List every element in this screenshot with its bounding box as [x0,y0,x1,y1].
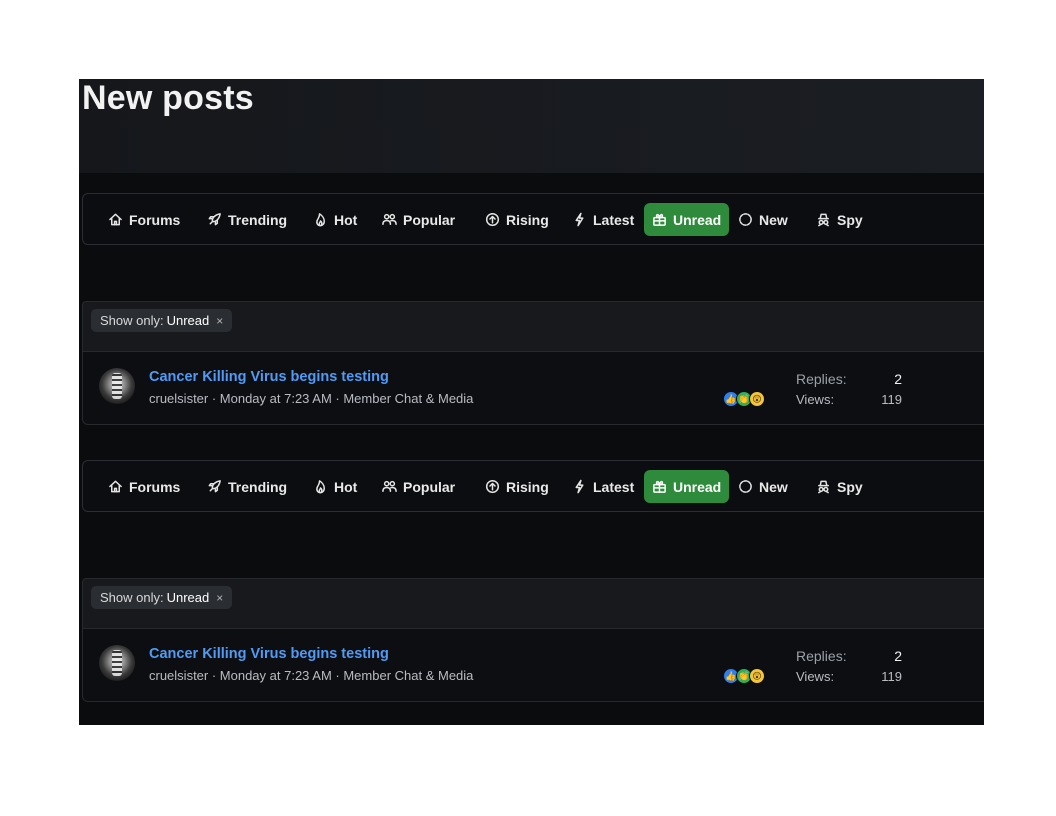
views-stat: Views: 119 [796,666,902,687]
tab-hot[interactable]: Hot [305,203,365,236]
page-header: New posts [79,79,984,173]
reaction-summary[interactable]: 👍 👏 😲 [723,391,773,407]
filter-prefix: Show only: [100,313,164,328]
bolt-icon [575,479,584,494]
tab-unread[interactable]: Unread [644,203,730,236]
thread-title-link[interactable]: Cancer Killing Virus begins testing [149,646,389,662]
views-label: Views: [796,392,835,407]
thread-meta: cruelsister · Monday at 7:23 AM · Member… [149,668,474,683]
views-label: Views: [796,669,835,684]
tab-label: Latest [593,211,635,228]
tab-bar: Forums Trending Hot Popular Rising Lates… [82,460,984,512]
app-frame: New posts Forums Trending Hot Popular Ri… [79,79,984,725]
filter-bar: Show only: Unread × [82,578,984,629]
tab-label: Popular [403,211,456,228]
tab-trending[interactable]: Trending [199,470,295,503]
filter-value: Unread [166,590,210,605]
arrow-up-circle-icon [485,479,500,494]
tab-label: Unread [673,211,722,228]
gift-icon [653,213,666,226]
tab-latest[interactable]: Latest [564,470,642,503]
home-icon [109,480,122,493]
tab-label: Rising [506,211,549,228]
tab-hot[interactable]: Hot [305,470,365,503]
replies-label: Replies: [796,370,847,387]
replies-count: 2 [894,370,902,387]
circle-dashed-icon [739,480,752,493]
tab-label: Spy [837,211,863,228]
tab-popular[interactable]: Popular [374,470,463,503]
page-title: New posts [82,79,254,117]
users-icon [382,480,397,492]
tab-label: Trending [228,478,288,495]
flame-icon [316,213,325,227]
gift-icon [653,480,666,493]
views-count: 119 [881,392,902,407]
filter-value: Unread [166,313,210,328]
tab-label: Hot [334,478,358,495]
tab-label: Latest [593,478,635,495]
tab-label: Forums [129,478,181,495]
rocket-icon [208,480,221,493]
tab-trending[interactable]: Trending [199,203,295,236]
wow-icon: 😲 [749,668,765,684]
tab-label: Unread [673,478,722,495]
replies-stat: Replies: 2 [796,368,902,389]
views-stat: Views: 119 [796,389,902,410]
tab-spy[interactable]: Spy [808,470,871,503]
tab-rising[interactable]: Rising [477,203,557,236]
thread-row: Cancer Killing Virus begins testing crue… [82,629,984,702]
tab-label: New [759,478,788,495]
arrow-up-circle-icon [485,212,500,227]
thread-title-link[interactable]: Cancer Killing Virus begins testing [149,369,389,385]
close-icon[interactable]: × [216,591,223,605]
replies-stat: Replies: 2 [796,645,902,666]
tab-label: New [759,211,788,228]
tab-rising[interactable]: Rising [477,470,557,503]
tab-new[interactable]: New [730,203,796,236]
wow-icon: 😲 [749,391,765,407]
spy-icon [818,480,829,494]
thread-meta: cruelsister · Monday at 7:23 AM · Member… [149,391,474,406]
rocket-icon [208,213,221,226]
filter-chip-unread[interactable]: Show only: Unread × [91,586,233,609]
filter-prefix: Show only: [100,590,164,605]
home-icon [109,213,122,226]
tab-label: Hot [334,211,358,228]
tab-label: Popular [403,478,456,495]
tab-popular[interactable]: Popular [374,203,463,236]
replies-count: 2 [894,647,902,664]
avatar[interactable] [99,645,135,681]
filter-chip-unread[interactable]: Show only: Unread × [91,309,233,332]
tab-spy[interactable]: Spy [808,203,871,236]
tab-label: Rising [506,478,549,495]
filter-bar: Show only: Unread × [82,301,984,352]
users-icon [382,213,397,225]
bolt-icon [575,212,584,227]
tab-label: Forums [129,211,181,228]
tab-forums[interactable]: Forums [100,470,188,503]
close-icon[interactable]: × [216,314,223,328]
tab-latest[interactable]: Latest [564,203,642,236]
circle-dashed-icon [739,213,752,226]
tab-bar: Forums Trending Hot Popular Rising Lates… [82,193,984,245]
spy-icon [818,213,829,227]
thread-row: Cancer Killing Virus begins testing crue… [82,352,984,425]
tab-unread[interactable]: Unread [644,470,730,503]
thread-stats: Replies: 2 Views: 119 [796,645,902,687]
thread-stats: Replies: 2 Views: 119 [796,368,902,410]
views-count: 119 [881,669,902,684]
reaction-summary[interactable]: 👍 👏 😲 [723,668,773,684]
replies-label: Replies: [796,647,847,664]
tab-label: Spy [837,478,863,495]
tab-label: Trending [228,211,288,228]
flame-icon [316,480,325,494]
tab-new[interactable]: New [730,470,796,503]
avatar[interactable] [99,368,135,404]
tab-forums[interactable]: Forums [100,203,188,236]
